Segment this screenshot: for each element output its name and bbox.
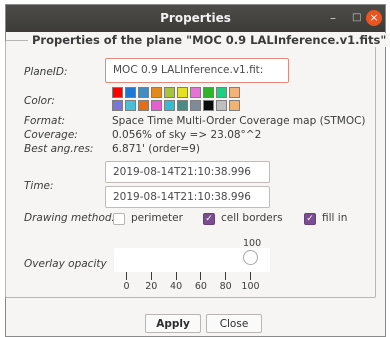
maximize-icon[interactable]: □	[352, 12, 361, 23]
color-swatch[interactable]	[203, 100, 214, 111]
slider-tick-label: 80	[219, 281, 232, 292]
best-res-label: Best ang.res:	[24, 143, 94, 155]
slider-tick	[225, 272, 227, 280]
slider-tick-label: 100	[241, 281, 260, 292]
close-window-icon[interactable]: ×	[366, 10, 382, 26]
apply-button[interactable]: Apply	[145, 314, 201, 333]
color-swatch[interactable]	[177, 100, 188, 111]
time-end-input[interactable]: 2019-08-14T21:10:38.996	[105, 186, 270, 208]
coverage-value: 0.056% of sky => 23.08°^2	[112, 129, 262, 141]
close-button[interactable]: Close	[206, 314, 262, 333]
coverage-label: Coverage:	[24, 129, 78, 141]
slider-tick-label: 60	[194, 281, 207, 292]
slider-tick-label: 40	[170, 281, 183, 292]
slider-tick	[250, 272, 251, 280]
color-swatch[interactable]	[112, 87, 123, 98]
color-swatch[interactable]	[125, 100, 136, 111]
slider-tick	[126, 272, 127, 280]
color-swatch[interactable]	[138, 87, 149, 98]
format-value: Space Time Multi-Order Coverage map (STM…	[112, 115, 366, 127]
slider-tick	[150, 272, 152, 280]
color-swatch[interactable]	[138, 100, 149, 111]
slider-tick	[175, 272, 177, 280]
color-swatch[interactable]	[164, 100, 175, 111]
perimeter-checkbox[interactable]	[113, 213, 125, 225]
group-title: Properties of the plane "MOC 0.9 LALInfe…	[28, 33, 390, 47]
best-res-value: 6.871' (order=9)	[112, 143, 200, 155]
time-label: Time:	[24, 180, 54, 192]
color-swatch[interactable]	[151, 87, 162, 98]
color-label: Color:	[24, 95, 55, 107]
color-swatch[interactable]	[190, 100, 201, 111]
color-swatch[interactable]	[125, 87, 136, 98]
color-swatch[interactable]	[151, 100, 162, 111]
color-swatch[interactable]	[229, 87, 240, 98]
color-swatch[interactable]	[203, 87, 214, 98]
slider-tick	[200, 272, 202, 280]
fill-in-label[interactable]: fill in	[322, 212, 347, 224]
slider-tick-label: 0	[123, 281, 130, 292]
plane-id-input[interactable]: MOC 0.9 LALInference.v1.fit:	[105, 58, 289, 83]
color-swatch[interactable]	[190, 87, 201, 98]
drawing-method-label: Drawing method:	[24, 212, 116, 224]
color-swatch[interactable]	[216, 87, 227, 98]
color-swatch[interactable]	[177, 87, 188, 98]
window-title: Properties	[160, 11, 231, 25]
cell-borders-label[interactable]: cell borders	[221, 212, 283, 224]
title-bar[interactable]: Properties – □ ×	[6, 5, 385, 32]
color-swatch[interactable]	[229, 100, 240, 111]
fill-in-checkbox[interactable]: ✓	[304, 213, 316, 225]
perimeter-label[interactable]: perimeter	[131, 212, 183, 224]
opacity-slider-handle[interactable]	[243, 250, 258, 265]
overlay-opacity-label: Overlay opacity	[24, 258, 107, 270]
time-start-input[interactable]: 2019-08-14T21:10:38.996	[105, 161, 270, 183]
slider-tick-label: 20	[145, 281, 158, 292]
format-label: Format:	[24, 115, 66, 127]
cell-borders-checkbox[interactable]: ✓	[203, 213, 215, 225]
plane-id-label: PlaneID:	[24, 66, 68, 78]
minimize-icon[interactable]: –	[330, 11, 336, 25]
color-swatch[interactable]	[164, 87, 175, 98]
color-swatch[interactable]	[216, 100, 227, 111]
color-swatch[interactable]	[112, 100, 123, 111]
